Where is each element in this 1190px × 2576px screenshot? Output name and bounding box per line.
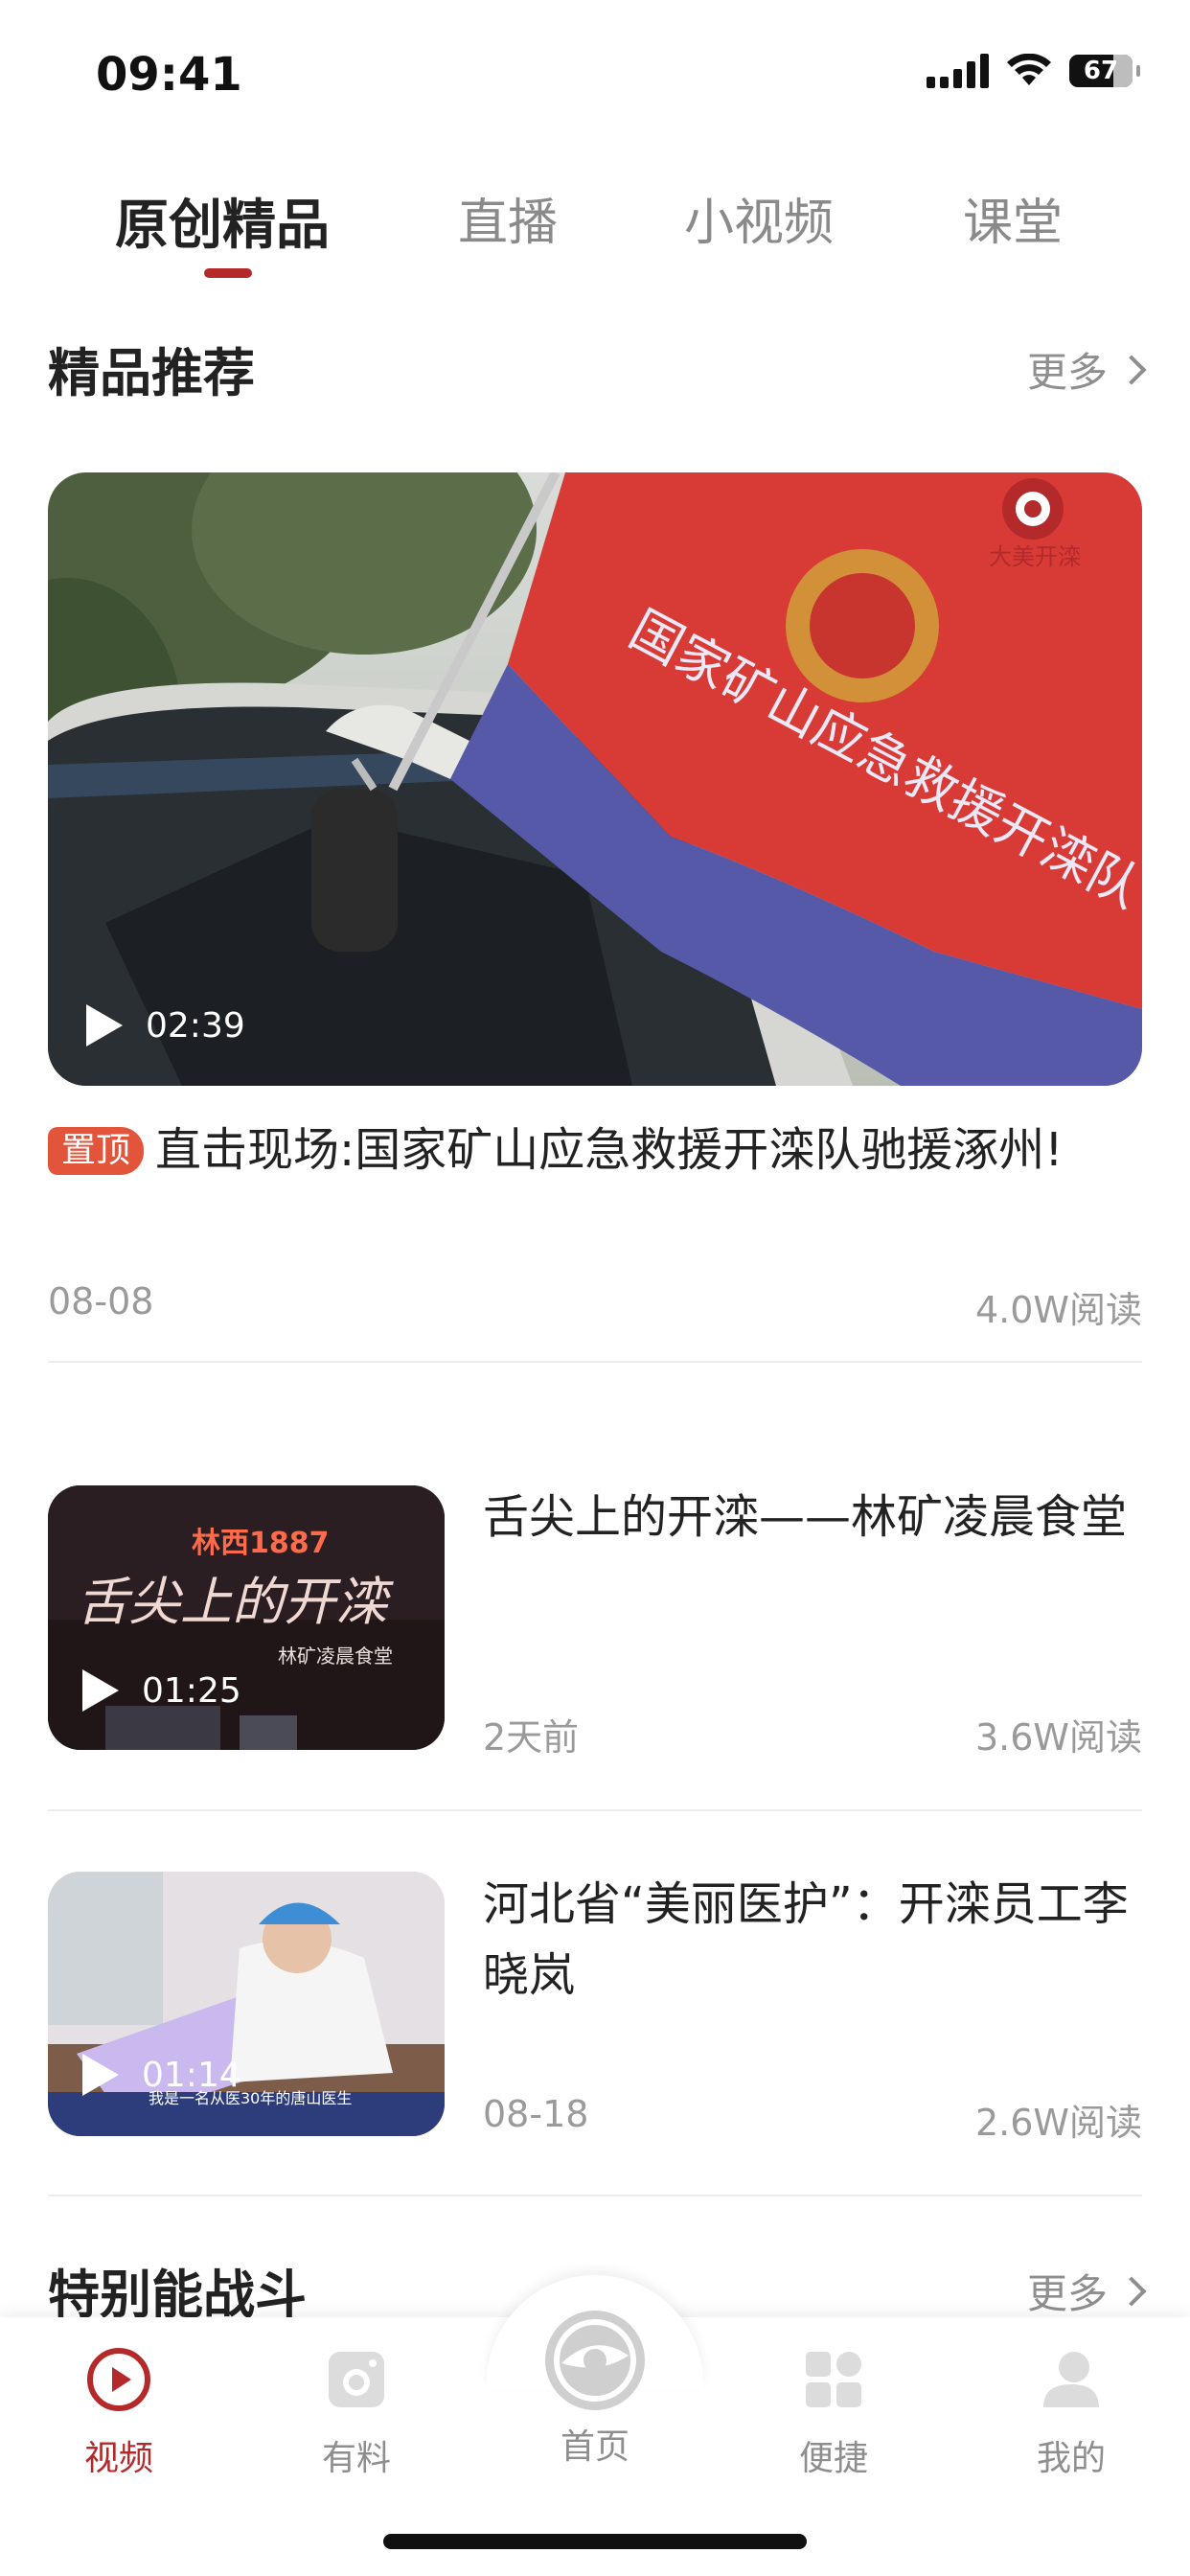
featured-video-thumbnail[interactable]: 国家矿山应急救援开滦队 大美开滦 02:39 [48, 472, 1142, 1086]
list-item-views: 2.6W阅读 [974, 2102, 1142, 2144]
logo-text: 大美开滦 [989, 543, 1081, 570]
sign-text: 林西1887 [192, 1527, 330, 1560]
pinned-badge: 置顶 [48, 1127, 145, 1175]
chevron-right-icon [1116, 354, 1147, 385]
featured-image: 国家矿山应急救援开滦队 大美开滦 [48, 472, 1142, 1086]
featured-title[interactable]: 置顶 直击现场:国家矿山应急救援开滦队驰援涿州! [48, 1119, 1142, 1181]
list-item-views: 3.6W阅读 [974, 1716, 1142, 1759]
divider [48, 1809, 1142, 1811]
cellular-signal-icon [927, 54, 989, 88]
divider [48, 1361, 1142, 1363]
status-icons: 67 [927, 54, 1140, 88]
nav-label: 首页 [560, 2427, 629, 2467]
status-bar: 09:41 67 [0, 0, 1190, 144]
play-icon [86, 1004, 123, 1046]
featured-date: 08-08 [48, 1280, 154, 1322]
featured-section-header: 精品推荐 更多 [48, 331, 1147, 407]
nav-label: 便捷 [798, 2439, 868, 2478]
play-icon [82, 2054, 119, 2096]
nav-item-video[interactable]: 视频 [23, 2346, 215, 2480]
video-play-icon [87, 2348, 150, 2411]
list-item-thumbnail[interactable]: 我是一名从医30年的唐山医生 01:14 [48, 1872, 445, 2136]
camera-icon [329, 2352, 384, 2407]
play-overlay: 01:25 [82, 1669, 241, 1712]
nav-item-shortcuts[interactable]: 便捷 [738, 2346, 929, 2480]
divider [48, 2195, 1142, 2196]
list-item-date: 2天前 [483, 1716, 580, 1759]
list-item-thumbnail[interactable]: 林西1887 舌尖上的开滦 林矿凌晨食堂 01:25 [48, 1485, 445, 1750]
nav-item-discover[interactable]: 有料 [261, 2346, 452, 2480]
more-label: 更多 [1026, 349, 1108, 396]
grid-apps-icon [806, 2352, 861, 2407]
featured-duration: 02:39 [146, 1005, 245, 1046]
status-time: 09:41 [96, 48, 242, 102]
nav-item-profile[interactable]: 我的 [975, 2346, 1167, 2480]
tab-short-video[interactable]: 小视频 [684, 182, 834, 254]
tab-live[interactable]: 直播 [458, 182, 558, 254]
sub-text: 林矿凌晨食堂 [278, 1644, 393, 1668]
list-item-date: 08-18 [483, 2093, 589, 2135]
section-title: 精品推荐 [48, 343, 255, 403]
nav-label: 视频 [83, 2439, 153, 2478]
tab-original[interactable]: 原创精品 [115, 182, 330, 260]
featured-play-overlay: 02:39 [86, 1004, 245, 1046]
tab-indicator [204, 268, 252, 278]
more-label: 更多 [1026, 2270, 1108, 2317]
list-item-duration: 01:25 [142, 1670, 241, 1711]
featured-views: 4.0W阅读 [974, 1289, 1142, 1331]
nav-label: 我的 [1036, 2439, 1106, 2478]
tab-classroom[interactable]: 课堂 [963, 182, 1063, 254]
home-logo-icon [545, 2311, 645, 2410]
nav-item-home[interactable]: 首页 [499, 2308, 691, 2469]
featured-title-text: 直击现场:国家矿山应急救援开滦队驰援涿州! [155, 1123, 1064, 1177]
top-tabs: 原创精品 直播 小视频 课堂 [0, 172, 1190, 278]
play-overlay: 01:14 [82, 2054, 241, 2096]
battery-level: 67 [1083, 57, 1119, 85]
list-item-image: 我是一名从医30年的唐山医生 [48, 1872, 445, 2136]
more-link[interactable]: 更多 [1026, 340, 1147, 399]
list-item-duration: 01:14 [142, 2055, 241, 2095]
battery-icon: 67 [1069, 55, 1140, 87]
user-icon [1043, 2352, 1099, 2407]
list-item-title[interactable]: 河北省“美丽医护”：开滦员工李晓岚 [483, 1869, 1144, 2011]
nav-label: 有料 [321, 2439, 391, 2478]
play-icon [82, 1669, 119, 1712]
script-text: 舌尖上的开滦 [77, 1572, 394, 1632]
wifi-icon [1007, 54, 1051, 85]
home-indicator [383, 2534, 807, 2549]
more-link[interactable]: 更多 [1026, 2262, 1147, 2320]
list-item-title[interactable]: 舌尖上的开滦——林矿凌晨食堂 [483, 1482, 1144, 1552]
chevron-right-icon [1116, 2275, 1147, 2307]
